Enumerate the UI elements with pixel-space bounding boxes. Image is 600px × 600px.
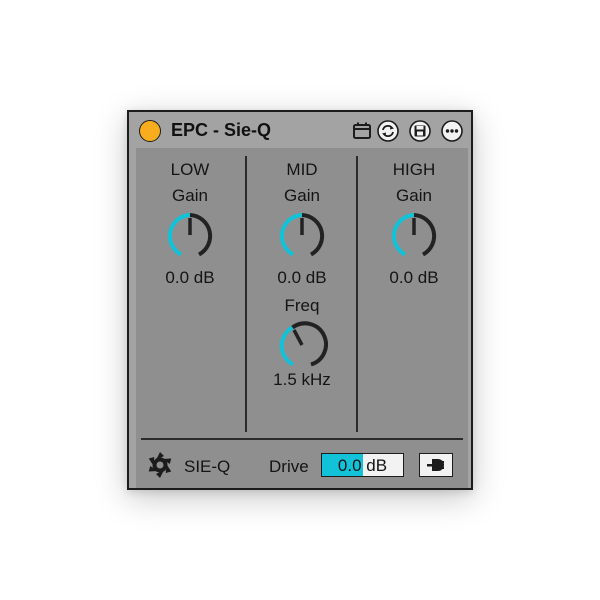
gain-knob-mid[interactable] <box>276 210 328 262</box>
shutter-logo-icon <box>146 451 174 484</box>
title-bar: EPC - Sie-Q <box>129 112 471 146</box>
drive-value-slider[interactable]: 0.0 dB <box>321 453 404 477</box>
drive-unit: dB <box>366 456 388 475</box>
drive-value-text: 0.0 dB <box>322 456 403 476</box>
band-name-high: HIGH <box>392 160 436 179</box>
drive-number: 0.0 <box>337 456 362 475</box>
freq-value-mid: 1.5 kHz <box>273 370 331 389</box>
brand-label: SIE-Q <box>184 457 231 476</box>
gain-label-mid: Gain <box>284 186 320 205</box>
device-window: EPC - Sie-Q LOW Gain 0.0 dB MID Gain 0.0… <box>127 110 473 490</box>
gain-value-low: 0.0 dB <box>165 268 215 287</box>
plug-button[interactable] <box>419 453 453 477</box>
calendar-icon[interactable] <box>351 120 373 142</box>
more-icon[interactable] <box>441 120 463 142</box>
band-name-mid: MID <box>286 160 318 179</box>
gain-knob-low[interactable] <box>164 210 216 262</box>
band-divider <box>245 156 247 432</box>
drive-label: Drive <box>269 457 309 476</box>
plug-icon <box>427 459 444 471</box>
eq-panel: LOW Gain 0.0 dB MID Gain 0.0 dB Freq 1.5… <box>136 148 468 488</box>
power-toggle-button[interactable] <box>139 120 161 142</box>
device-title: EPC - Sie-Q <box>171 120 272 140</box>
band-divider <box>356 156 358 432</box>
gain-value-high: 0.0 dB <box>389 268 439 287</box>
freq-knob-mid[interactable] <box>276 320 328 372</box>
gain-label-high: Gain <box>396 186 432 205</box>
gain-value-mid: 0.0 dB <box>277 268 327 287</box>
gain-knob-high[interactable] <box>388 210 440 262</box>
sync-icon[interactable] <box>377 120 399 142</box>
band-name-low: LOW <box>170 160 210 179</box>
gain-label-low: Gain <box>172 186 208 205</box>
save-icon[interactable] <box>409 120 431 142</box>
footer-divider <box>141 438 463 440</box>
freq-label-mid: Freq <box>284 296 320 315</box>
